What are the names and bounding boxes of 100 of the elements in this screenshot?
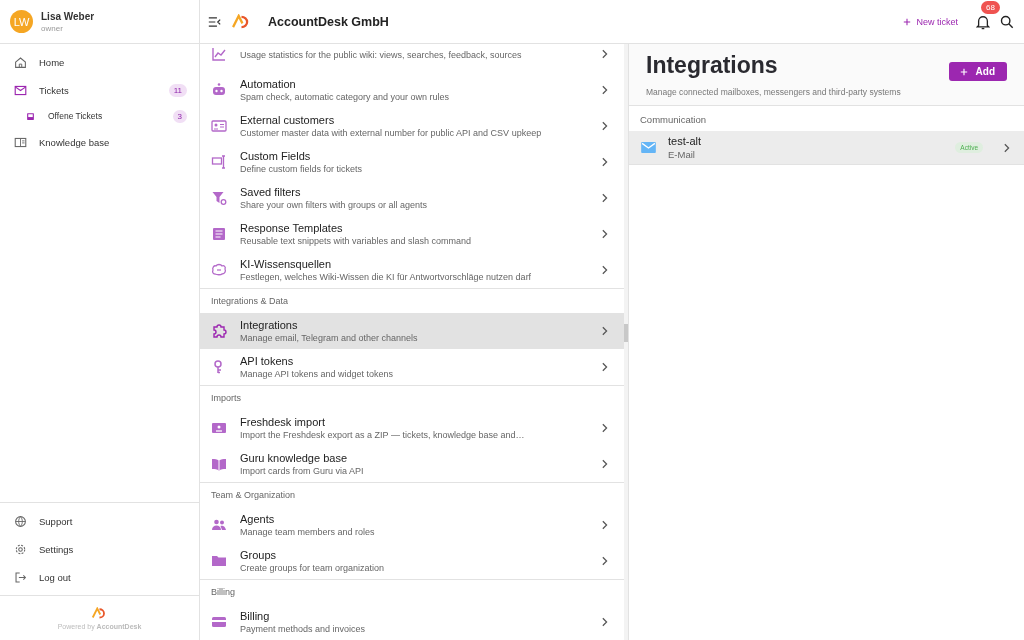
item-description: Customer master data with external number for public API and CSV upkeep <box>240 128 543 138</box>
home-icon <box>14 55 27 69</box>
nav-item[interactable]: Home <box>0 48 199 76</box>
bell-icon[interactable] <box>976 13 990 30</box>
section-heading: Imports <box>200 385 624 410</box>
page-subtitle: Manage connected mailboxes, messengers and third-party systems <box>646 87 902 97</box>
count-badge: 3 <box>172 109 187 123</box>
menu-row[interactable]: Freshdesk import Import the Freshdesk export as a ZIP — tickets, knowledge base and… <box>200 410 624 446</box>
book-icon <box>14 135 27 149</box>
document-icon <box>211 226 227 242</box>
item-title: External customers <box>240 114 336 126</box>
item-title: Saved filters <box>240 186 302 198</box>
menu-row[interactable]: Automation Spam check, automatic category and your own rules <box>200 72 624 108</box>
chevron-icon <box>601 121 608 131</box>
menu-row[interactable]: Response Templates Reusable text snippets with variables and slash command <box>200 216 624 252</box>
chevron-icon <box>601 617 608 627</box>
nav-item[interactable]: Log out <box>0 563 199 591</box>
ticket-icon <box>211 420 227 436</box>
item-title: Groups <box>240 549 278 561</box>
form-field-icon <box>211 154 227 170</box>
item-title: Custom Fields <box>240 150 312 162</box>
menu-row[interactable]: Saved filters Share your own filters with groups or all agents <box>200 180 624 216</box>
chart-icon <box>211 46 227 62</box>
menu-row[interactable]: Usage statistics for the public wiki: views, searches, feedback, sources <box>200 44 624 72</box>
settings-icon <box>14 542 27 556</box>
menu-row[interactable]: Guru knowledge base Import cards from Guru via API <box>200 446 624 482</box>
chevron-icon <box>601 520 608 530</box>
logout-icon <box>14 570 27 584</box>
item-description: Manage API tokens and widget tokens <box>240 369 395 379</box>
menu-row[interactable]: Groups Create groups for team organization <box>200 543 624 579</box>
chevron-icon <box>601 423 608 433</box>
section-heading: Billing <box>200 579 624 604</box>
item-title: Automation <box>240 78 297 90</box>
envelope-icon <box>641 142 656 153</box>
chevron-icon <box>601 362 608 372</box>
credit-card-icon <box>211 614 227 630</box>
globe-icon <box>14 514 27 528</box>
item-title: Freshdesk import <box>240 416 326 428</box>
robot-icon <box>211 82 227 98</box>
item-description: Create groups for team organization <box>240 563 386 573</box>
group-heading: Communication <box>639 113 707 127</box>
id-card-icon <box>211 118 227 134</box>
item-description: Import cards from Guru via API <box>240 466 365 476</box>
menu-row[interactable]: KI-Wissensquellen Festlegen, welches Wiki-Wissen die KI für Antwortvorschläge nutzen darf <box>200 252 624 288</box>
item-description: Reusable text snippets with variables and slash command <box>240 236 473 246</box>
nav-item[interactable]: Support <box>0 507 199 535</box>
chevron-icon <box>1003 142 1010 153</box>
count-badge: 11 <box>168 83 187 97</box>
add-button[interactable]: Add <box>948 62 1007 81</box>
item-description: Define custom fields for tickets <box>240 164 364 174</box>
logo-icon <box>91 606 108 619</box>
chevron-icon <box>601 49 608 59</box>
item-title: KI-Wissensquellen <box>240 258 333 270</box>
search-icon[interactable] <box>1000 14 1014 29</box>
open-book-icon <box>211 456 227 472</box>
item-description: Usage statistics for the public wiki: views, searches, feedback, sources <box>240 50 523 60</box>
item-title: Agents <box>240 513 276 525</box>
menu-row[interactable]: Integrations Manage email, Telegram and other channels <box>200 313 624 349</box>
item-title: Billing <box>240 610 271 622</box>
nav-item[interactable]: Knowledge base <box>0 128 199 156</box>
menu-row[interactable]: Billing Payment methods and invoices <box>200 604 624 640</box>
item-title: Response Templates <box>240 222 344 234</box>
user-role: owner <box>41 23 64 33</box>
people-icon <box>211 517 227 533</box>
chevron-icon <box>601 85 608 95</box>
nav-item[interactable]: Tickets 11 <box>0 76 199 104</box>
item-description: Manage team members and roles <box>240 527 376 537</box>
nav-item[interactable]: Settings <box>0 535 199 563</box>
avatar: LW <box>10 10 33 33</box>
item-description: Festlegen, welches Wiki-Wissen die KI für Antwortvorschläge nutzen darf <box>240 272 533 282</box>
plus-icon <box>903 17 912 26</box>
inbox-icon <box>26 111 35 121</box>
filter-icon <box>211 190 227 206</box>
chevron-icon <box>601 193 608 203</box>
menu-icon[interactable] <box>208 15 221 28</box>
item-title: Integrations <box>240 319 299 331</box>
puzzle-icon <box>211 323 227 339</box>
chevron-icon <box>601 326 608 336</box>
menu-row[interactable]: External customers Customer master data with external number for public API and CSV upkeep <box>200 108 624 144</box>
section-heading: Team & Organization <box>200 482 624 507</box>
menu-row[interactable]: Custom Fields Define custom fields for tickets <box>200 144 624 180</box>
item-description: Payment methods and invoices <box>240 624 367 634</box>
notification-badge: 68 <box>981 0 1000 14</box>
item-description: Share your own filters with groups or all agents <box>240 200 429 210</box>
integration-type: E-Mail <box>668 149 696 160</box>
item-description: Spam check, automatic category and your own rules <box>240 92 451 102</box>
menu-row[interactable]: API tokens Manage API tokens and widget tokens <box>200 349 624 385</box>
menu-row[interactable]: Agents Manage team members and roles <box>200 507 624 543</box>
item-description: Import the Freshdesk export as a ZIP — tickets, knowledge base and… <box>240 430 526 440</box>
item-description: Manage email, Telegram and other channels <box>240 333 419 343</box>
plus-icon <box>959 67 968 76</box>
new-ticket-button[interactable]: New ticket <box>901 14 960 29</box>
chevron-icon <box>601 459 608 469</box>
folder-icon <box>211 553 227 569</box>
item-title: API tokens <box>240 355 295 367</box>
user-name: Lisa Weber <box>41 10 95 22</box>
nav-subitem[interactable]: Offene Tickets 3 <box>0 104 199 128</box>
chevron-icon <box>601 556 608 566</box>
page-title: Integrations <box>646 52 779 79</box>
item-title: Guru knowledge base <box>240 452 348 464</box>
